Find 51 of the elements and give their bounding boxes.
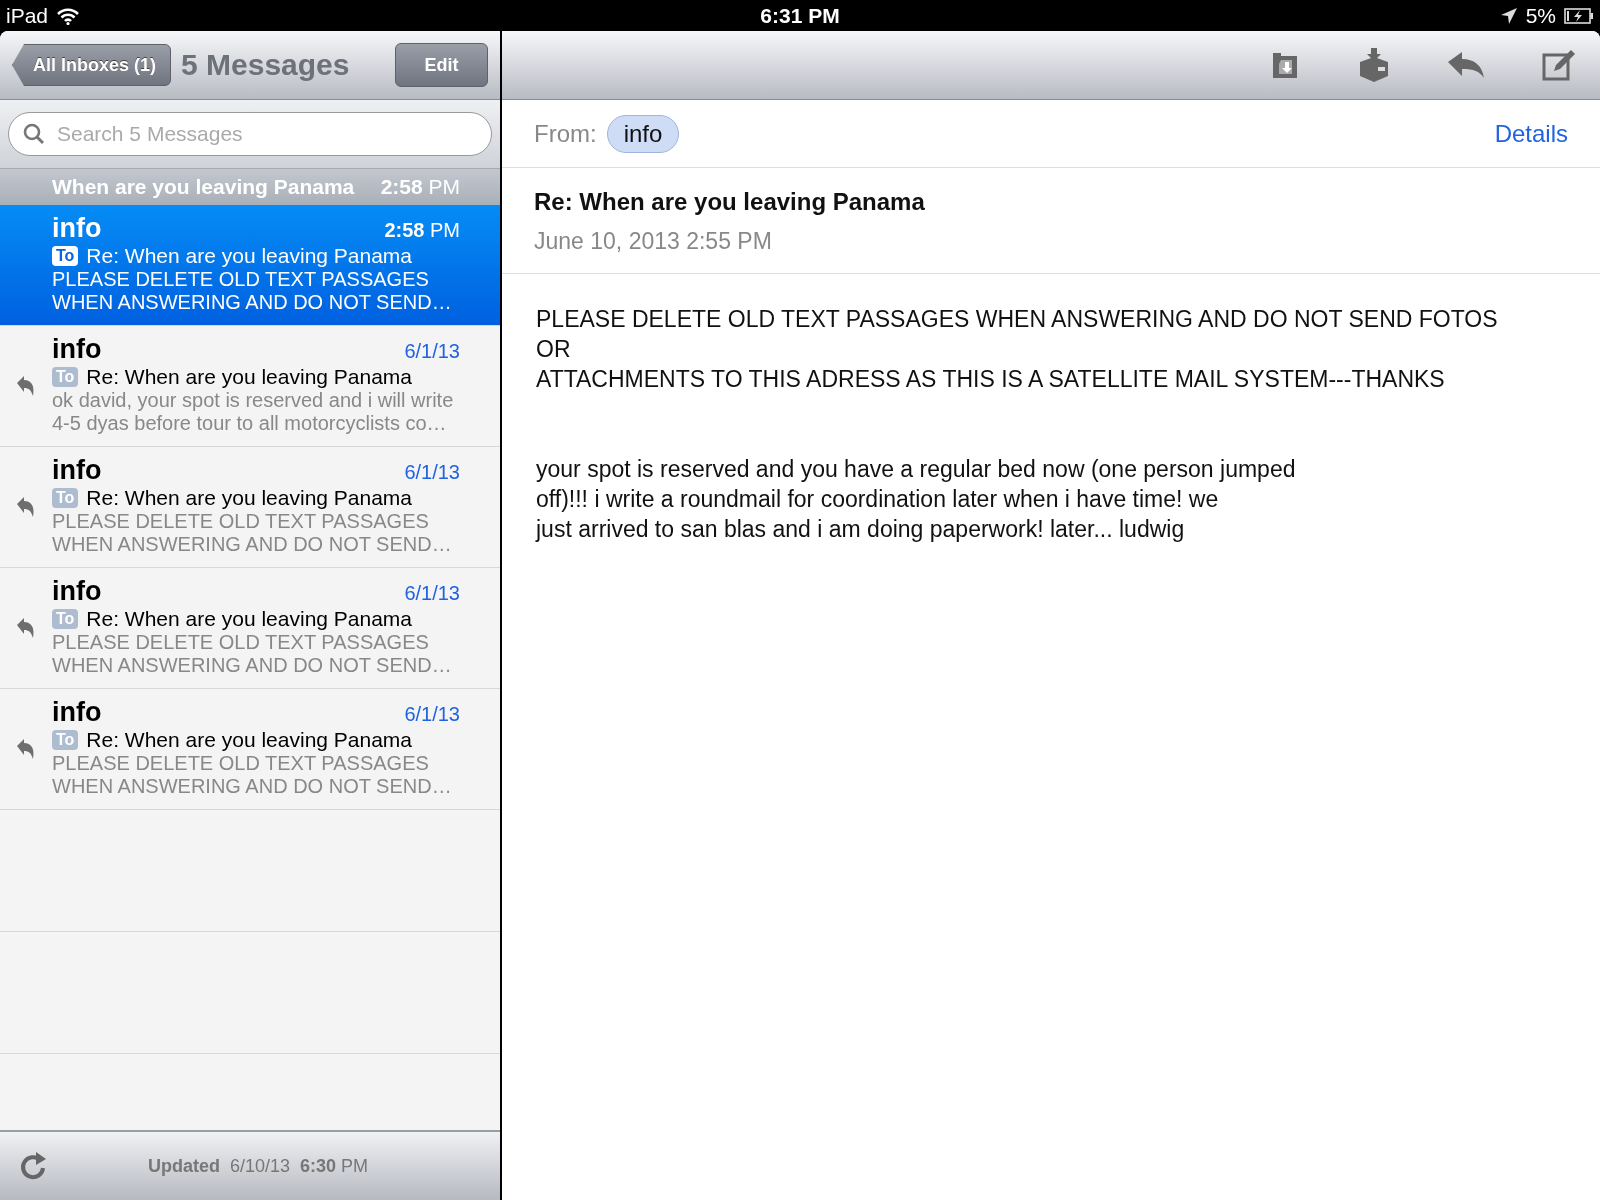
to-badge: To bbox=[52, 246, 79, 266]
message-date: 6/1/13 bbox=[404, 340, 460, 363]
to-badge: To bbox=[52, 488, 79, 508]
clock: 6:31 PM bbox=[760, 3, 840, 28]
message-date: 2:58 PM bbox=[384, 219, 460, 242]
message-date: June 10, 2013 2:55 PM bbox=[534, 228, 773, 255]
message-paragraph: PLEASE DELETE OLD TEXT PASSAGES WHEN ANSWERING AND DO NOT SEND FOTOS OR ATTACHMENTS TO THIS ADRESS AS THIS IS A SATELLITE MAIL SYSTEM---THANKS bbox=[536, 305, 1499, 394]
wifi-icon bbox=[56, 6, 81, 25]
message-date: 6/1/13 bbox=[404, 461, 460, 484]
message-subject-heading: Re: When are you leaving Panama bbox=[534, 188, 926, 216]
sender-name: info bbox=[52, 455, 102, 486]
message-preview: PLEASE DELETE OLD TEXT PASSAGES WHEN ANSWERING AND DO NOT SEND… bbox=[52, 631, 453, 677]
message-preview: ok david, your spot is reserved and i will write 4-5 dyas before tour to all motorcyclists co… bbox=[52, 389, 455, 435]
search-field[interactable]: Search 5 Messages bbox=[8, 112, 492, 156]
message-preview: PLEASE DELETE OLD TEXT PASSAGES WHEN ANSWERING AND DO NOT SEND… bbox=[52, 752, 453, 798]
message-subject: Re: When are you leaving Panama bbox=[86, 486, 413, 510]
archive-box-icon[interactable] bbox=[1358, 48, 1390, 82]
sender-name: info bbox=[52, 334, 102, 365]
compose-icon[interactable] bbox=[1542, 49, 1576, 81]
message-subject: Re: When are you leaving Panama bbox=[86, 607, 413, 631]
refresh-icon[interactable] bbox=[18, 1150, 48, 1182]
message-date: 6/1/13 bbox=[404, 703, 460, 726]
device-name: iPad bbox=[6, 3, 49, 28]
sender-name: info bbox=[52, 576, 102, 607]
battery-percentage: 5% bbox=[1525, 3, 1556, 28]
search-icon bbox=[22, 122, 46, 146]
location-arrow-icon bbox=[1499, 6, 1518, 25]
details-link[interactable]: Details bbox=[1494, 119, 1568, 148]
sender-name: info bbox=[52, 697, 102, 728]
battery-icon bbox=[1564, 7, 1594, 24]
to-badge: To bbox=[52, 730, 79, 750]
reply-icon[interactable] bbox=[1446, 50, 1486, 80]
to-badge: To bbox=[52, 609, 79, 629]
sender-chip[interactable]: info bbox=[606, 114, 680, 153]
thread-time: 2:58 PM bbox=[380, 175, 460, 199]
back-button[interactable]: All Inboxes (1) bbox=[12, 44, 172, 86]
to-badge: To bbox=[52, 367, 79, 387]
list-title: 5 Messages bbox=[181, 48, 351, 82]
message-subject: Re: When are you leaving Panama bbox=[86, 728, 413, 752]
from-label: From: bbox=[534, 119, 597, 148]
message-paragraph: your spot is reserved and you have a regular bed now (one person jumped off)!!! i write a roundmail for coordination later when i have time! we just arrived to san blas and i am doing paperwork! later... ludwig bbox=[536, 455, 1297, 544]
sender-name: info bbox=[52, 213, 102, 244]
message-subject: Re: When are you leaving Panama bbox=[86, 365, 413, 389]
message-subject: Re: When are you leaving Panama bbox=[86, 244, 413, 268]
last-updated-text: Updated 6/10/13 6:30 PM bbox=[148, 1155, 369, 1177]
thread-subject: When are you leaving Panama bbox=[52, 175, 355, 199]
message-preview: PLEASE DELETE OLD TEXT PASSAGES WHEN ANSWERING AND DO NOT SEND… bbox=[52, 268, 453, 314]
message-preview: PLEASE DELETE OLD TEXT PASSAGES WHEN ANSWERING AND DO NOT SEND… bbox=[52, 510, 453, 556]
message-date: 6/1/13 bbox=[404, 582, 460, 605]
message-row[interactable]: info 2:58 PM To Re: When are you leaving Panama PLEASE DELETE OLD TEXT PASSAGES WHEN ANSWERING AND DO NOT SEND… bbox=[0, 205, 500, 326]
edit-button[interactable]: Edit bbox=[395, 43, 488, 87]
